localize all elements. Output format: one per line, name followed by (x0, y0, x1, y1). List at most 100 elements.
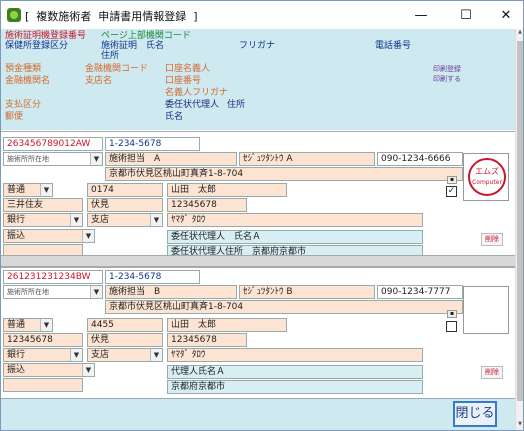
deposit-type-select[interactable]: 普通 ▼ (3, 183, 53, 197)
header-kana: フリガナ (239, 41, 276, 51)
delete-button[interactable]: 削除 (481, 366, 503, 379)
scrollbar-thumb[interactable] (517, 41, 523, 401)
header-bank-name: 金融機関名 (5, 76, 51, 86)
account-holder-field[interactable]: 山田 太郎 (167, 318, 287, 332)
phone-field[interactable]: 090-1234-6666 (377, 152, 463, 166)
agent-name-field[interactable]: 委任状代理人 氏名Ａ (167, 230, 423, 244)
header-phone: 電話番号 (375, 41, 412, 51)
header-agent: 委任状代理人 (165, 100, 220, 110)
header-agent-address: 住所 (227, 100, 246, 110)
bank-code-field[interactable]: 0174 (87, 183, 163, 197)
agent-name-field[interactable]: 代理人氏名Ａ (167, 365, 423, 379)
title-bar: [ 複数施術者 申請書用情報登録 ] — ☐ ✕ (1, 1, 523, 29)
chevron-down-icon: ▼ (150, 214, 162, 226)
reg-no-field[interactable]: 261231231234BW (3, 270, 103, 284)
record-row-2: 261231231234BW 1-234-5678 施術所所在地 ▼ 施術担当 B… (1, 267, 515, 397)
branch-name-field[interactable]: 伏見 (87, 333, 163, 347)
area-select-value: 施術所所在地 (7, 155, 49, 163)
small-toggle-button[interactable]: ▪ (447, 310, 457, 318)
practitioner-kana-field[interactable]: ｾｼﾞｭﾂﾀﾝﾄｳ A (239, 152, 375, 166)
payment-type-select[interactable]: 振込 ▼ (3, 229, 95, 243)
header-address: 住所 (101, 51, 120, 61)
footer-bar: 閉じる (1, 398, 515, 430)
header-deposit-type: 預金種類 (5, 64, 42, 74)
practitioner-kana-field[interactable]: ｾｼﾞｭﾂﾀﾝﾄｳ B (239, 285, 375, 299)
header-postal: 郵便 (5, 112, 24, 122)
header-agency-code: ページ上部機関コード (101, 31, 191, 41)
branch-name-field[interactable]: 伏見 (87, 198, 163, 212)
delete-button[interactable]: 削除 (481, 233, 503, 246)
seal-stamp-image: エムズ Computer (468, 158, 506, 196)
institution-type-value: 銀行 (7, 350, 26, 360)
institution-type-select[interactable]: 銀行 ▼ (3, 348, 83, 362)
agent-address-field[interactable]: 京都府京都市 (167, 380, 423, 394)
chevron-down-icon: ▼ (70, 349, 82, 361)
account-no-field[interactable]: 12345678 (167, 198, 247, 212)
bank-code-field[interactable]: 4455 (87, 318, 163, 332)
account-no-field[interactable]: 12345678 (167, 333, 247, 347)
vertical-scrollbar[interactable]: ▲ ▼ (515, 29, 523, 430)
agency-code-field[interactable]: 1-234-5678 (105, 137, 200, 151)
practitioner-name-field[interactable]: 施術担当 A (105, 152, 237, 166)
branch-type-select[interactable]: 支店 ▼ (87, 348, 163, 362)
scroll-up-icon[interactable]: ▲ (516, 29, 523, 39)
close-button[interactable]: 閉じる (453, 401, 497, 427)
small-toggle-button[interactable]: ▪ (447, 176, 457, 184)
seal-image-box[interactable]: エムズ Computer (463, 153, 509, 201)
payment-type-select[interactable]: 振込 ▼ (3, 363, 95, 377)
reg-no-field[interactable]: 263456789012AW (3, 137, 103, 151)
institution-type-select[interactable]: 銀行 ▼ (3, 213, 83, 227)
area-select[interactable]: 施術所所在地 ▼ (3, 285, 103, 299)
chevron-down-icon: ▼ (90, 286, 102, 298)
close-window-button[interactable]: ✕ (486, 1, 523, 29)
holder-kana-field[interactable]: ﾔﾏﾀﾞ ﾀﾛｳ (167, 213, 423, 227)
address-field[interactable]: 京都市伏見区桃山町真斉1-8-704 (105, 167, 463, 181)
header-print-register: 印刷登録 (433, 65, 461, 73)
account-holder-field[interactable]: 山田 太郎 (167, 183, 287, 197)
header-health-area: 保健所登録区分 (5, 41, 69, 51)
deposit-type-value: 普通 (7, 320, 26, 330)
chevron-down-icon: ▼ (40, 319, 52, 331)
payment-type-value: 振込 (7, 365, 26, 375)
seal-text-top: エムズ (475, 167, 499, 176)
agency-code-field[interactable]: 1-234-5678 (105, 270, 200, 284)
chevron-down-icon: ▼ (40, 184, 52, 196)
scroll-down-icon[interactable]: ▼ (516, 421, 523, 430)
institution-type-value: 銀行 (7, 215, 26, 225)
record-separator (1, 255, 515, 267)
header-agent-name: 氏名 (165, 112, 184, 122)
header-account-no: 口座番号 (165, 76, 202, 86)
header-account-holder: 口座名義人 (165, 64, 211, 74)
branch-type-value: 支店 (91, 215, 110, 225)
app-window: [ 複数施術者 申請書用情報登録 ] — ☐ ✕ 施術証明機登録番号 ページ上部… (0, 0, 524, 431)
maximize-button[interactable]: ☐ (446, 1, 486, 29)
deposit-type-select[interactable]: 普通 ▼ (3, 318, 53, 332)
area-select[interactable]: 施術所所在地 ▼ (3, 152, 103, 166)
bank-name-field[interactable]: 三井住友 (3, 198, 83, 212)
payment-type-value: 振込 (7, 231, 26, 241)
address-field[interactable]: 京都市伏見区桃山町真斉1-8-704 (105, 300, 463, 314)
header-print: 印刷する (433, 75, 461, 83)
practitioner-name-field[interactable]: 施術担当 B (105, 285, 237, 299)
area-select-value: 施術所所在地 (7, 288, 49, 296)
print-checkbox[interactable] (446, 321, 457, 332)
chevron-down-icon: ▼ (150, 349, 162, 361)
seal-image-box[interactable] (463, 286, 509, 334)
deposit-type-value: 普通 (7, 185, 26, 195)
header-holder-kana: 名義人フリガナ (165, 88, 229, 98)
minimize-button[interactable]: — (401, 1, 441, 29)
branch-type-value: 支店 (91, 350, 110, 360)
holder-kana-field[interactable]: ﾔﾏﾀﾞ ﾀﾛｳ (167, 348, 423, 362)
record-row-1: 263456789012AW 1-234-5678 施術所所在地 ▼ 施術担当 A… (1, 131, 515, 259)
bank-name-field[interactable]: 12345678 (3, 333, 83, 347)
print-checkbox[interactable]: ✓ (446, 186, 457, 197)
header-branch-name: 支店名 (85, 76, 113, 86)
postal-field[interactable] (3, 378, 83, 392)
app-icon (7, 8, 21, 22)
chevron-down-icon: ▼ (90, 153, 102, 165)
header-cert: 施術証明 (101, 41, 138, 51)
branch-type-select[interactable]: 支店 ▼ (87, 213, 163, 227)
phone-field[interactable]: 090-1234-7777 (377, 285, 463, 299)
chevron-down-icon: ▼ (70, 214, 82, 226)
header-name: 氏名 (146, 41, 165, 51)
